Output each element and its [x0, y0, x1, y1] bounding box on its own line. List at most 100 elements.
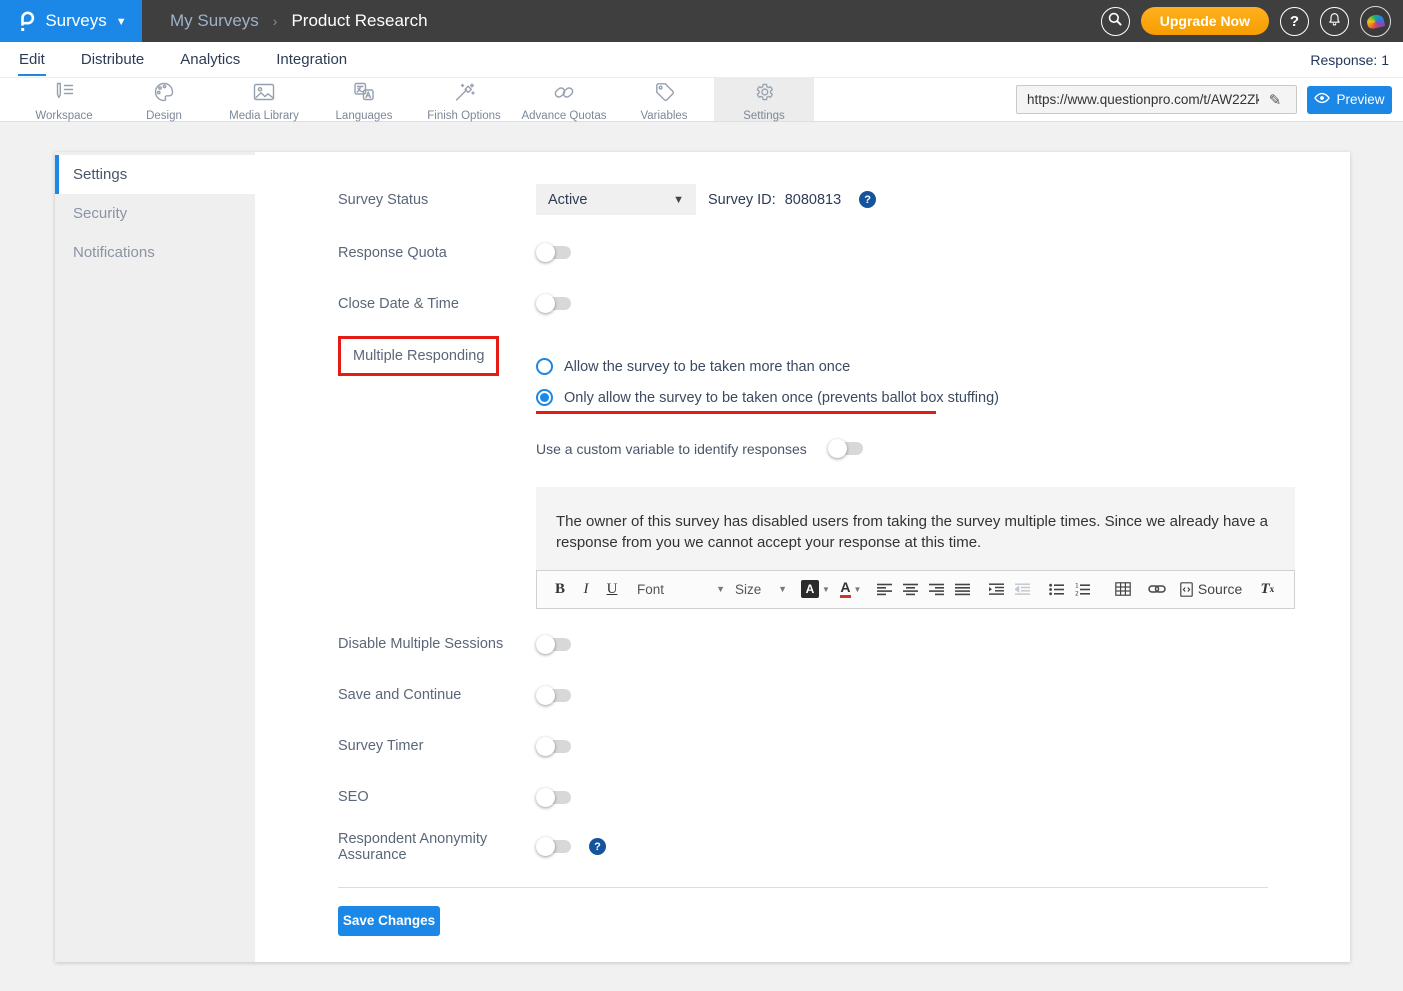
tab-edit[interactable]: Edit — [18, 43, 46, 76]
preview-button[interactable]: Preview — [1307, 86, 1392, 114]
design-icon — [152, 81, 176, 108]
italic-button[interactable]: I — [573, 576, 599, 602]
questionpro-logo-icon — [15, 9, 36, 33]
radio-unselected-icon[interactable] — [536, 358, 553, 375]
toolbar-item-design[interactable]: Design — [114, 78, 214, 121]
tab-distribute[interactable]: Distribute — [80, 43, 145, 76]
multiple-responding-label-annotation: Multiple Responding — [338, 336, 499, 376]
save-and-continue-label: Save and Continue — [338, 687, 536, 703]
multiple-responding-row: Multiple Responding Allow the survey to … — [338, 347, 1350, 414]
align-left-icon[interactable] — [872, 576, 898, 602]
toolbar-item-media-library[interactable]: Media Library — [214, 78, 314, 121]
close-date-toggle[interactable] — [536, 294, 571, 313]
settings-sidebar: Settings Security Notifications — [55, 152, 255, 962]
disable-multiple-sessions-row: Disable Multiple Sessions — [338, 635, 1350, 654]
chevron-down-icon: ▼ — [822, 585, 830, 594]
sidebar-item-notifications[interactable]: Notifications — [55, 233, 255, 272]
toolbar-item-workspace[interactable]: Workspace — [14, 78, 114, 121]
section-nav: Edit Distribute Analytics Integration Re… — [0, 42, 1403, 78]
radio-option-once[interactable]: Only allow the survey to be taken once (… — [536, 389, 999, 406]
survey-url-input[interactable]: https://www.questionpro.com/t/AW22ZklqV … — [1016, 85, 1297, 114]
respondent-anonymity-help-icon[interactable]: ? — [589, 838, 606, 855]
decrease-indent-icon[interactable] — [1010, 576, 1036, 602]
remove-format-button[interactable]: Tx — [1254, 576, 1280, 602]
toolbar-item-variables[interactable]: Variables — [614, 78, 714, 121]
response-count[interactable]: Response: 1 — [1310, 52, 1389, 68]
survey-status-select[interactable]: Active ▼ — [536, 184, 696, 215]
survey-timer-label: Survey Timer — [338, 738, 536, 754]
survey-status-row: Survey Status Active ▼ Survey ID: 808081… — [338, 184, 1350, 215]
toolbar-item-finish-options[interactable]: Finish Options — [414, 78, 514, 121]
survey-timer-toggle[interactable] — [536, 737, 571, 756]
toolbar-item-languages[interactable]: Languages — [314, 78, 414, 121]
notifications-button[interactable] — [1320, 7, 1349, 36]
response-quota-toggle[interactable] — [536, 243, 571, 262]
save-changes-button[interactable]: Save Changes — [338, 906, 440, 936]
bottom-divider — [338, 887, 1268, 888]
toolbar-item-settings[interactable]: Settings — [714, 78, 814, 121]
question-mark-icon: ? — [1290, 13, 1299, 30]
search-icon — [1107, 11, 1123, 31]
custom-variable-toggle[interactable] — [828, 439, 863, 458]
media-library-icon — [251, 81, 277, 108]
radio-option-multiple[interactable]: Allow the survey to be taken more than o… — [536, 358, 999, 375]
align-right-icon[interactable] — [924, 576, 950, 602]
background-color-button[interactable]: A▼ — [801, 576, 830, 602]
tab-integration[interactable]: Integration — [275, 43, 348, 76]
survey-timer-row: Survey Timer — [338, 737, 1350, 756]
svg-text:2: 2 — [1075, 590, 1079, 595]
red-underline-annotation — [536, 411, 936, 414]
chevron-down-icon: ▼ — [116, 16, 127, 28]
justify-icon[interactable] — [950, 576, 976, 602]
respondent-anonymity-row: Respondent Anonymity Assurance ? — [338, 831, 1350, 863]
help-button[interactable]: ? — [1280, 7, 1309, 36]
already-taken-message-editor: The owner of this survey has disabled us… — [536, 487, 1295, 609]
font-dropdown[interactable]: Font▼ — [637, 576, 725, 602]
bold-button[interactable]: B — [547, 576, 573, 602]
edit-toolbar: Workspace Design Media Library Languages… — [0, 78, 1403, 122]
settings-panel: Settings Security Notifications Survey S… — [55, 152, 1350, 962]
top-header: Surveys ▼ My Surveys › Product Research … — [0, 0, 1403, 42]
chevron-down-icon: ▼ — [854, 585, 862, 594]
upgrade-now-button[interactable]: Upgrade Now — [1141, 7, 1269, 35]
edit-url-pencil-icon[interactable]: ✎ — [1259, 91, 1291, 109]
insert-table-icon[interactable] — [1110, 576, 1136, 602]
breadcrumb: My Surveys › Product Research — [170, 11, 428, 31]
numbered-list-icon[interactable]: 12 — [1070, 576, 1096, 602]
bullet-list-icon[interactable] — [1044, 576, 1070, 602]
sidebar-item-settings[interactable]: Settings — [55, 155, 255, 194]
size-dropdown[interactable]: Size▼ — [735, 576, 787, 602]
editor-message[interactable]: The owner of this survey has disabled us… — [536, 487, 1295, 570]
seo-toggle[interactable] — [536, 788, 571, 807]
survey-id-value: 8080813 — [785, 192, 841, 208]
breadcrumb-my-surveys[interactable]: My Surveys — [170, 11, 259, 31]
respondent-anonymity-toggle[interactable] — [536, 837, 571, 856]
search-button[interactable] — [1101, 7, 1130, 36]
survey-url-value: https://www.questionpro.com/t/AW22ZklqV — [1027, 92, 1259, 107]
text-color-button[interactable]: A▼ — [838, 576, 864, 602]
sidebar-item-security[interactable]: Security — [55, 194, 255, 233]
source-button[interactable]: Source — [1180, 581, 1242, 597]
toolbar-item-advance-quotas[interactable]: Advance Quotas — [514, 78, 614, 121]
survey-id-label: Survey ID: — [708, 192, 776, 208]
chevron-down-icon: ▼ — [673, 194, 684, 206]
product-name: Surveys — [45, 11, 106, 31]
seo-row: SEO — [338, 788, 1350, 807]
align-center-icon[interactable] — [898, 576, 924, 602]
tab-analytics[interactable]: Analytics — [179, 43, 241, 76]
advance-quotas-icon — [551, 81, 577, 108]
survey-status-help-icon[interactable]: ? — [859, 191, 876, 208]
insert-link-icon[interactable] — [1144, 576, 1170, 602]
bell-icon — [1327, 11, 1342, 31]
disable-multiple-sessions-toggle[interactable] — [536, 635, 571, 654]
user-avatar[interactable] — [1360, 6, 1391, 37]
save-and-continue-toggle[interactable] — [536, 686, 571, 705]
underline-button[interactable]: U — [599, 576, 625, 602]
surveys-product-menu[interactable]: Surveys ▼ — [0, 0, 142, 42]
breadcrumb-separator-icon: › — [273, 13, 278, 29]
increase-indent-icon[interactable] — [984, 576, 1010, 602]
radio-selected-icon[interactable] — [536, 389, 553, 406]
chevron-down-icon: ▼ — [716, 584, 725, 594]
editor-toolbar: B I U Font▼ Size▼ A▼ A▼ 12 — [536, 570, 1295, 609]
respondent-anonymity-label: Respondent Anonymity Assurance — [338, 831, 536, 863]
